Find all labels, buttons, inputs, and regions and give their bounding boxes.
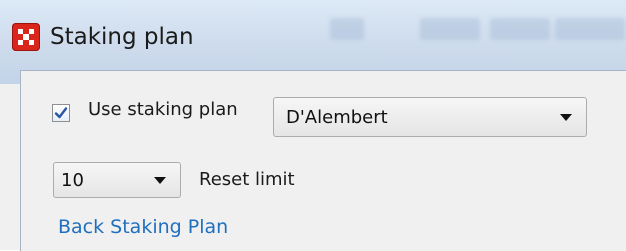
reset-limit-label: Reset limit [199, 169, 295, 190]
chevron-down-icon [560, 114, 572, 121]
use-staking-plan-checkbox[interactable] [52, 104, 70, 122]
chevron-down-icon [154, 177, 166, 184]
app-grid-icon [12, 23, 40, 51]
background-blur [490, 18, 550, 40]
staking-plan-window: Staking plan Use staking plan D'Alembert… [0, 0, 626, 251]
use-staking-plan-label[interactable]: Use staking plan [88, 99, 238, 120]
checkmark-icon [54, 107, 68, 119]
staking-plan-value: D'Alembert [286, 107, 388, 128]
reset-limit-value: 10 [61, 170, 84, 191]
background-blur [555, 18, 625, 40]
dialog-client-area: Use staking plan D'Alembert 10 Reset lim… [20, 70, 626, 251]
window-title: Staking plan [50, 24, 194, 50]
staking-plan-select[interactable]: D'Alembert [273, 97, 587, 137]
background-blur [330, 18, 364, 40]
background-blur [420, 18, 480, 40]
back-staking-plan-link[interactable]: Back Staking Plan [58, 216, 228, 238]
reset-limit-select[interactable]: 10 [53, 162, 181, 198]
